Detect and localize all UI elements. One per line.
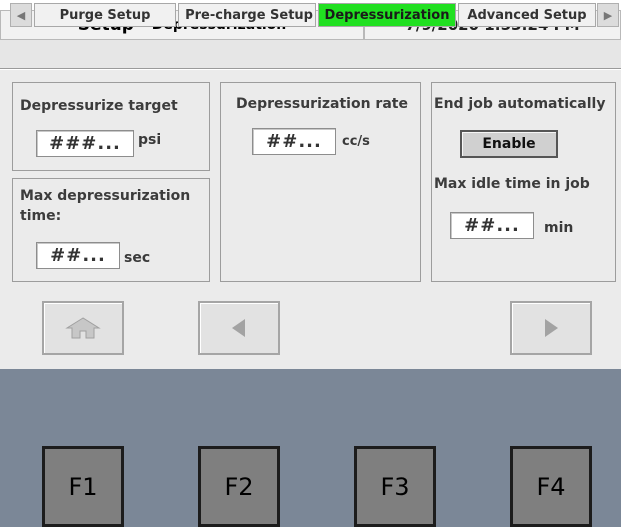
depressurize-target-label: Depressurize target: [20, 98, 178, 114]
tab-purge-setup[interactable]: Purge Setup: [34, 3, 176, 27]
tab-advanced-setup[interactable]: Advanced Setup: [458, 3, 596, 27]
tab-strip: [0, 40, 621, 69]
max-idle-label: Max idle time in job: [434, 176, 590, 192]
max-time-input[interactable]: ##...: [36, 242, 120, 269]
arrow-left-icon: [232, 319, 245, 337]
tab-scroll-right-button[interactable]: ▶: [597, 3, 619, 27]
max-time-unit: sec: [124, 250, 151, 266]
tab-scroll-left-button[interactable]: ◀: [10, 3, 32, 27]
max-time-label: Max depressurization time:: [20, 188, 191, 224]
max-idle-input[interactable]: ##...: [450, 212, 534, 239]
tab-pre-charge-setup[interactable]: Pre-charge Setup: [178, 3, 316, 27]
rate-label: Depressurization rate: [236, 96, 408, 112]
max-idle-unit: min: [544, 220, 574, 236]
end-job-label: End job automatically: [434, 96, 606, 112]
f2-key[interactable]: F2: [198, 446, 280, 527]
rate-input[interactable]: ##...: [252, 128, 336, 155]
home-icon: [65, 317, 101, 339]
home-button[interactable]: [42, 301, 124, 355]
f4-key[interactable]: F4: [510, 446, 592, 527]
tab-depressurization[interactable]: Depressurization: [318, 3, 456, 27]
depressurize-target-unit: psi: [138, 132, 162, 148]
rate-unit: cc/s: [342, 134, 370, 149]
f1-key[interactable]: F1: [42, 446, 124, 527]
forward-button[interactable]: [510, 301, 592, 355]
arrow-right-icon: [545, 319, 558, 337]
depressurize-target-input[interactable]: ###...: [36, 130, 134, 157]
enable-button[interactable]: Enable: [460, 130, 558, 158]
caret-right-icon: ▶: [603, 8, 613, 22]
back-button[interactable]: [198, 301, 280, 355]
caret-left-icon: ◀: [16, 8, 26, 22]
f3-key[interactable]: F3: [354, 446, 436, 527]
